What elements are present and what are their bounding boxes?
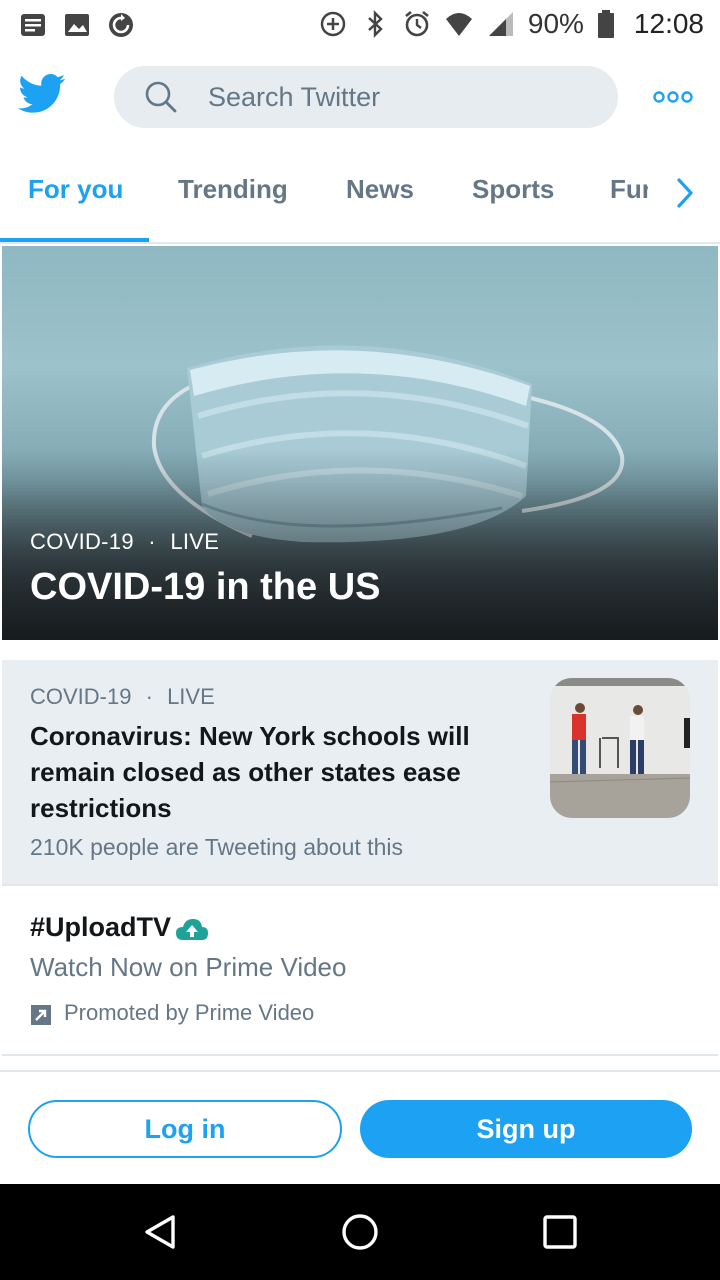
tab-trending[interactable]: Trending bbox=[178, 174, 288, 205]
more-dots-icon[interactable] bbox=[652, 86, 694, 108]
wifi-icon bbox=[445, 13, 472, 36]
auth-bar: Log in Sign up bbox=[0, 1070, 720, 1184]
home-icon[interactable] bbox=[340, 1212, 380, 1252]
chevron-right-icon[interactable] bbox=[672, 176, 698, 210]
news-title: Coronavirus: New York schools will remai… bbox=[30, 721, 470, 823]
android-nav-bar bbox=[0, 1184, 720, 1280]
tab-fun-clip: Fun bbox=[600, 146, 650, 242]
tab-fun[interactable]: Fun bbox=[610, 174, 650, 205]
tab-news[interactable]: News bbox=[346, 174, 414, 205]
sync-icon bbox=[109, 13, 133, 37]
search-icon bbox=[145, 81, 177, 113]
clock: 12:08 bbox=[633, 8, 704, 39]
battery-icon bbox=[597, 10, 614, 38]
trend-news-card[interactable]: COVID-19 · LIVE Coronavirus: New York sc… bbox=[2, 660, 718, 886]
signal-icon bbox=[488, 12, 513, 36]
twitter-bird-icon[interactable] bbox=[18, 74, 66, 114]
search-bar[interactable]: Search Twitter bbox=[114, 66, 618, 128]
tab-for-you[interactable]: For you bbox=[28, 174, 123, 205]
app-header: Search Twitter bbox=[0, 50, 720, 146]
active-tab-indicator bbox=[0, 238, 149, 242]
hero-card[interactable]: COVID-19 · LIVE COVID-19 in the US bbox=[2, 246, 718, 640]
promoted-by-label: Promoted by Prime Video bbox=[64, 1000, 315, 1025]
promoted-description: Watch Now on Prime Video bbox=[30, 952, 347, 982]
notes-icon bbox=[21, 14, 45, 36]
data-saver-icon bbox=[320, 11, 346, 37]
promoted-hashtag: #UploadTV bbox=[30, 912, 172, 942]
explore-tabs: For you Trending News Sports Fun bbox=[0, 146, 720, 244]
promoted-arrow-icon bbox=[31, 1005, 51, 1025]
bluetooth-icon bbox=[368, 10, 383, 38]
battery-percent: 90% bbox=[527, 8, 584, 39]
hero-title: COVID-19 in the US bbox=[30, 566, 381, 608]
news-meta: COVID-19 · LIVE bbox=[30, 684, 215, 709]
tab-sports[interactable]: Sports bbox=[472, 174, 554, 205]
news-subtitle: 210K people are Tweeting about this bbox=[30, 834, 403, 860]
promoted-trend[interactable]: #UploadTV Watch Now on Prime Video Promo… bbox=[2, 888, 718, 1056]
cloud-upload-icon bbox=[176, 919, 208, 940]
login-button[interactable]: Log in bbox=[28, 1100, 342, 1158]
image-icon bbox=[65, 14, 89, 36]
recents-icon[interactable] bbox=[540, 1212, 580, 1252]
alarm-icon bbox=[405, 10, 429, 37]
news-thumbnail bbox=[550, 678, 690, 818]
status-bar: 90% 12:08 bbox=[0, 0, 720, 50]
search-input[interactable]: Search Twitter bbox=[208, 82, 380, 113]
signup-button[interactable]: Sign up bbox=[360, 1100, 692, 1158]
hero-meta: COVID-19 · LIVE bbox=[30, 529, 220, 554]
back-icon[interactable] bbox=[140, 1212, 180, 1252]
